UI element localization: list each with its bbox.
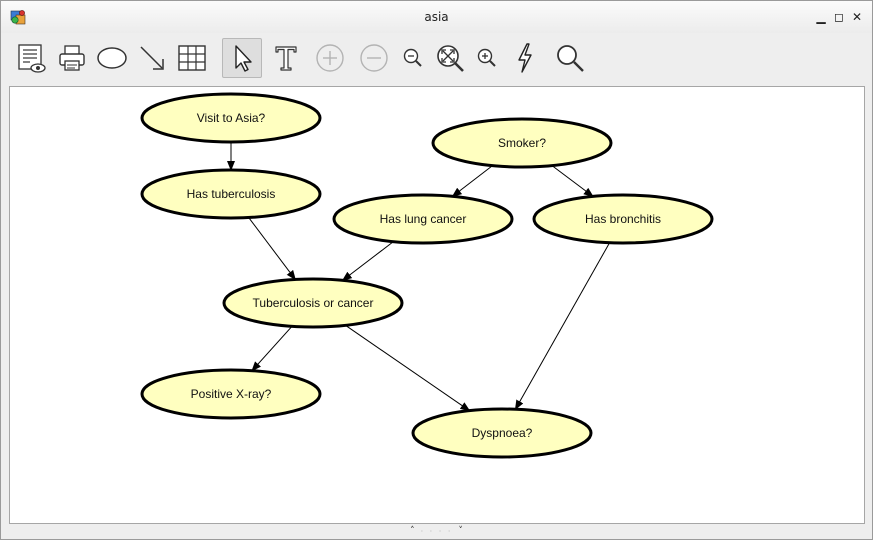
expand-button[interactable] — [310, 38, 350, 78]
arc-lung-to-either[interactable] — [341, 241, 394, 281]
minus-circle-icon — [360, 44, 388, 72]
table-icon — [178, 45, 206, 71]
search-icon — [557, 45, 584, 72]
zoom-in-button[interactable] — [467, 38, 507, 78]
pointer-icon — [235, 45, 252, 72]
node-label: Has bronchitis — [585, 212, 661, 226]
node-monitor-button[interactable] — [11, 38, 51, 78]
minimize-button[interactable]: ▁ — [814, 8, 828, 26]
node-tuber[interactable]: Has tuberculosis — [140, 168, 322, 220]
title-bar[interactable]: asia ▁ ◻ ✕ — [1, 1, 872, 33]
printer-icon — [59, 45, 85, 71]
node-bronc[interactable]: Has bronchitis — [532, 193, 714, 245]
arrow-icon — [140, 46, 164, 70]
ellipse-icon — [97, 47, 127, 69]
node-label: Smoker? — [498, 136, 546, 150]
arc-smoker-to-bronc[interactable] — [551, 165, 594, 198]
collapse-down-arrow[interactable]: ˅ — [458, 526, 463, 536]
arc-bronc-to-dysp[interactable] — [514, 242, 611, 411]
zoom-fit-icon — [437, 45, 464, 72]
arc-tuber-to-either[interactable] — [248, 217, 296, 281]
zoom-in-icon — [477, 48, 496, 67]
search-button[interactable] — [550, 38, 590, 78]
maximize-button[interactable]: ◻ — [832, 8, 846, 26]
collapse-up-arrow[interactable]: ˄ — [410, 526, 415, 536]
close-button[interactable]: ✕ — [850, 8, 864, 26]
text-icon — [275, 46, 297, 71]
node-either[interactable]: Tuberculosis or cancer — [222, 277, 404, 329]
arc-either-to-xray[interactable] — [251, 325, 293, 372]
app-window: asia ▁ ◻ ✕ Visit to Asia? Smoker? Has tu… — [0, 0, 873, 540]
divider-grip: · · · · — [420, 526, 453, 536]
node-label: Dyspnoea? — [472, 426, 533, 440]
toolbar — [1, 34, 872, 84]
select-button[interactable] — [222, 38, 262, 78]
node-label: Has lung cancer — [380, 212, 467, 226]
node-dysp[interactable]: Dyspnoea? — [411, 407, 593, 459]
add-node-button[interactable] — [92, 38, 132, 78]
zoom-fit-button[interactable] — [430, 38, 470, 78]
table-button[interactable] — [172, 38, 212, 78]
node-label: Has tuberculosis — [187, 187, 276, 201]
add-arc-button[interactable] — [132, 38, 172, 78]
plus-circle-icon — [316, 44, 344, 72]
arc-smoker-to-lung[interactable] — [451, 165, 493, 197]
collapse-button[interactable] — [354, 38, 394, 78]
network-canvas[interactable]: Visit to Asia? Smoker? Has tuberculosis Has… — [9, 86, 865, 524]
arc-either-to-dysp[interactable] — [345, 324, 471, 412]
window-title: asia — [424, 10, 449, 24]
zoom-out-button[interactable] — [393, 38, 433, 78]
network-graph[interactable]: Visit to Asia? Smoker? Has tuberculosis Has… — [10, 87, 865, 524]
text-button[interactable] — [266, 38, 306, 78]
node-label: Visit to Asia? — [197, 111, 266, 125]
monitor-eye-icon — [18, 44, 46, 73]
node-xray[interactable]: Positive X-ray? — [140, 368, 322, 420]
print-button[interactable] — [52, 38, 92, 78]
zoom-out-icon — [403, 48, 422, 67]
node-smoker[interactable]: Smoker? — [431, 117, 613, 169]
node-label: Tuberculosis or cancer — [253, 296, 374, 310]
node-visit[interactable]: Visit to Asia? — [140, 92, 322, 144]
propagate-button[interactable] — [505, 38, 545, 78]
lightning-icon — [518, 43, 532, 73]
node-label: Positive X-ray? — [191, 387, 272, 401]
split-pane-divider[interactable]: ˄ · · · · ˅ — [1, 525, 872, 537]
node-lung[interactable]: Has lung cancer — [332, 193, 514, 245]
